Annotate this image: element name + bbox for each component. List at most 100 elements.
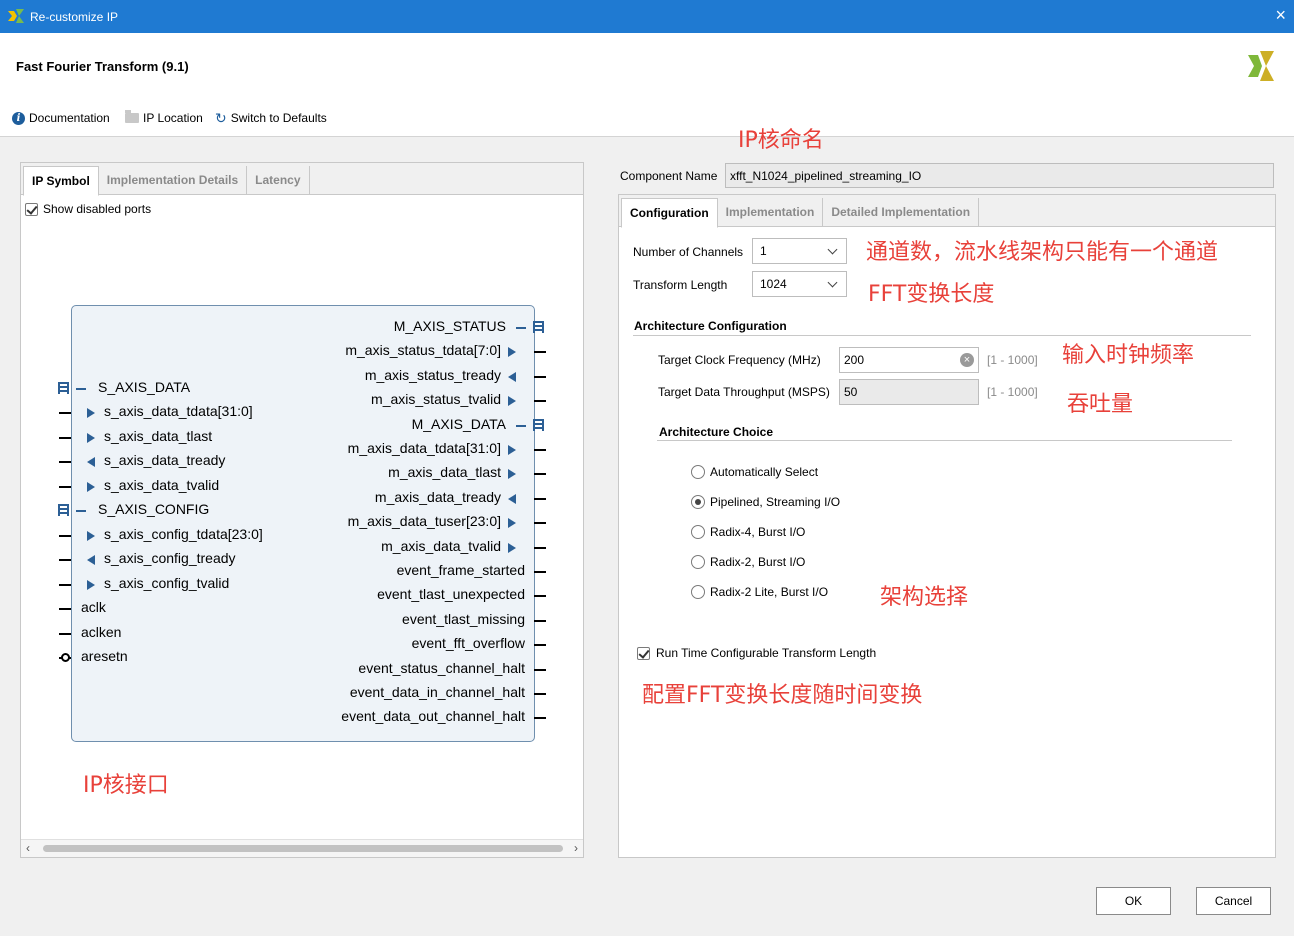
channels-select[interactable]: 1 — [752, 238, 847, 264]
tab-configuration[interactable]: Configuration — [621, 198, 718, 228]
pin-line — [534, 644, 546, 647]
clock-label: Target Clock Frequency (MHz) — [658, 353, 821, 367]
ports-layer: S_AXIS_DATA s_axis_data_tdata[31:0] s_axis… — [21, 163, 583, 839]
clock-value: 200 — [844, 353, 865, 367]
bus-icon — [533, 321, 544, 333]
close-icon[interactable]: × — [1275, 6, 1286, 24]
port-label: s_axis_config_tready — [104, 550, 236, 567]
port-label: m_axis_data_tuser[23:0] — [347, 513, 501, 530]
component-name-value: xfft_N1024_pipelined_streaming_IO — [730, 168, 922, 183]
annotation-ip-name: IP核命名 — [738, 128, 824, 153]
arch-option[interactable]: Pipelined, Streaming I/O — [691, 495, 840, 509]
port-label: s_axis_config_tdata[23:0] — [104, 525, 263, 542]
pin-line — [534, 619, 546, 622]
arch-option[interactable]: Radix-2 Lite, Burst I/O — [691, 585, 828, 599]
pin-line — [534, 473, 546, 476]
scroll-left-icon[interactable]: ‹ — [26, 841, 30, 855]
input-arrow-icon — [508, 371, 516, 382]
xilinx-logo-icon — [1248, 51, 1274, 81]
radio-button[interactable] — [691, 495, 705, 509]
inverted-pin-icon — [61, 652, 70, 662]
transform-length-label: Transform Length — [633, 278, 728, 292]
pin-line — [534, 693, 546, 695]
pin-line — [534, 449, 546, 451]
port-label: event_fft_overflow — [411, 635, 525, 652]
port-label: s_axis_data_tvalid — [104, 476, 220, 493]
pin-line — [534, 668, 546, 671]
runtime-toggle[interactable]: Run Time Configurable Transform Length — [637, 646, 876, 660]
bus-icon — [58, 382, 69, 394]
pin-line — [534, 351, 546, 354]
port-label: M_AXIS_DATA — [411, 415, 506, 432]
input-arrow-icon — [508, 493, 516, 504]
radio-button[interactable] — [691, 585, 705, 599]
ip-location-button[interactable]: IP Location — [125, 110, 203, 125]
clear-icon[interactable]: × — [960, 353, 974, 367]
channels-value: 1 — [760, 244, 767, 258]
pin-line — [59, 583, 71, 586]
title-bar: Re-customize IP × — [0, 0, 1294, 33]
input-arrow-icon — [87, 530, 95, 541]
port-label: event_tlast_unexpected — [377, 586, 525, 603]
radio-button[interactable] — [691, 465, 705, 479]
output-arrow-icon — [508, 469, 516, 480]
port-label: m_axis_data_tvalid — [381, 537, 501, 554]
port-label: s_axis_config_tvalid — [104, 574, 230, 591]
arch-option[interactable]: Automatically Select — [691, 465, 818, 479]
window-title: Re-customize IP — [30, 10, 119, 24]
clock-range: [1 - 1000] — [987, 353, 1038, 367]
throughput-input[interactable]: 50 — [839, 379, 979, 405]
arch-option[interactable]: Radix-2, Burst I/O — [691, 555, 805, 569]
runtime-label: Run Time Configurable Transform Length — [656, 646, 877, 660]
scroll-thumb[interactable] — [43, 845, 563, 852]
radio-button[interactable] — [691, 555, 705, 569]
cancel-button[interactable]: Cancel — [1196, 887, 1271, 915]
port-label: aclken — [81, 623, 122, 640]
output-arrow-icon — [508, 347, 516, 358]
port-label: m_axis_data_tdata[31:0] — [347, 440, 501, 456]
throughput-value: 50 — [844, 385, 858, 399]
port-label: s_axis_data_tdata[31:0] — [104, 403, 253, 420]
pin-line — [534, 571, 546, 573]
horizontal-scrollbar[interactable]: ‹ › — [21, 839, 583, 857]
documentation-button[interactable]: i Documentation — [12, 111, 110, 125]
annotation-clock: 输入时钟频率 — [1062, 343, 1195, 368]
pin-line — [534, 400, 546, 403]
scroll-right-icon[interactable]: › — [574, 841, 578, 855]
port-label: S_AXIS_DATA — [98, 379, 191, 395]
arch-option[interactable]: Radix-4, Burst I/O — [691, 525, 805, 539]
port-label: event_frame_started — [396, 562, 525, 578]
arch-config-title: Architecture Configuration — [634, 319, 787, 333]
pin-line — [534, 522, 546, 525]
chevron-down-icon — [827, 277, 838, 288]
annotation-channels: 通道数，流水线架构只能有一个通道 — [866, 240, 1219, 265]
tab-detailed-implementation[interactable]: Detailed Implementation — [823, 198, 980, 226]
ok-button[interactable]: OK — [1096, 887, 1171, 915]
arch-option-label: Pipelined, Streaming I/O — [710, 495, 841, 509]
input-arrow-icon — [87, 481, 95, 492]
pin-line — [59, 632, 71, 635]
pin-line — [59, 485, 71, 488]
port-label: s_axis_data_tready — [104, 452, 226, 469]
port-label: event_tlast_missing — [402, 610, 525, 627]
bus-dash — [516, 327, 526, 329]
bus-icon — [58, 504, 69, 517]
port-label: event_data_out_channel_halt — [341, 708, 525, 725]
transform-length-select[interactable]: 1024 — [752, 271, 847, 297]
bus-dash — [76, 388, 86, 390]
pin-line — [534, 595, 546, 598]
annotation-ports: IP核接口 — [83, 773, 169, 798]
pin-line — [59, 412, 71, 415]
tab-implementation[interactable]: Implementation — [718, 198, 824, 226]
component-name-field[interactable]: xfft_N1024_pipelined_streaming_IO — [725, 163, 1274, 188]
bus-dash — [516, 424, 526, 427]
radio-button[interactable] — [691, 525, 705, 539]
documentation-label: Documentation — [29, 111, 110, 125]
input-arrow-icon — [87, 408, 95, 419]
pin-line — [534, 717, 546, 720]
output-arrow-icon — [508, 518, 516, 529]
switch-defaults-button[interactable]: ↻ Switch to Defaults — [215, 111, 327, 125]
pin-line — [534, 497, 546, 500]
runtime-checkbox[interactable] — [637, 646, 650, 660]
clock-input[interactable]: 200 × — [839, 347, 979, 373]
